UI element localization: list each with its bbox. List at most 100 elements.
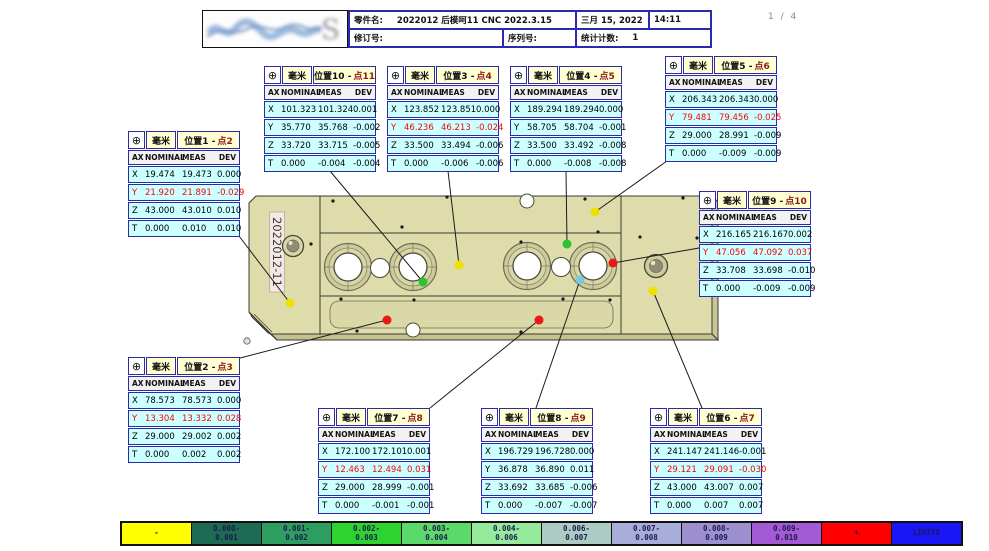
box-title-row: ⊕ 毫米 位置9 - 点10 — [699, 191, 811, 209]
measured-value: 58.704 — [564, 123, 599, 133]
nominal-value: 79.481 — [682, 113, 719, 123]
revision-label: 修订号: — [354, 32, 383, 44]
measurement-row: Y 47.056 47.092 0.037 — [699, 244, 811, 261]
col-ax: AX — [388, 88, 404, 97]
col-nominal: NOMINAL — [716, 213, 753, 222]
measurement-row: Z 33.708 33.698 -0.010 — [699, 262, 811, 279]
nominal-value: 43.000 — [145, 206, 182, 216]
col-dev: DEV — [217, 379, 239, 388]
axis-label: X — [129, 396, 145, 406]
report-time: 14:11 — [654, 15, 681, 25]
deviation-value: -0.009 — [754, 149, 784, 159]
svg-text:S: S — [321, 13, 340, 46]
col-meas: MEAS — [318, 88, 353, 97]
box-title-row: ⊕ 毫米 位置4 - 点5 — [510, 66, 622, 84]
stats-label: 统计计数: — [581, 32, 618, 44]
date-cell: 三月 15, 2022 — [575, 12, 648, 28]
measured-value: 29.091 — [704, 465, 739, 475]
measured-value: 0.002 — [182, 450, 217, 460]
axis-label: Y — [388, 123, 404, 133]
part-name-label: 零件名: — [354, 14, 383, 26]
nominal-value: 216.165 — [716, 230, 753, 240]
col-meas: MEAS — [372, 430, 407, 439]
measurement-row: T 0.000 0.007 0.007 — [650, 497, 762, 514]
part-name-value: 2022012 后模呵11 CNC 2022.3.15 — [397, 14, 552, 26]
legend-range-line1: + — [854, 529, 859, 538]
measurement-callout-box: ⊕ 毫米 位置6 - 点7 AX NOMINAL MEAS DEV X 241.… — [650, 408, 762, 514]
col-nominal: NOMINAL — [335, 430, 372, 439]
legend-range-cell: 0.009- 0.010 — [752, 523, 822, 544]
measurement-row: Z 43.000 43.010 0.010 — [128, 202, 240, 219]
header-row-1: 零件名: 2022012 后模呵11 CNC 2022.3.15 三月 15, … — [350, 12, 710, 30]
company-logo: S — [202, 10, 348, 48]
nominal-value: 0.000 — [404, 159, 441, 169]
col-ax: AX — [700, 213, 716, 222]
box-column-headers: AX NOMINAL MEAS DEV — [318, 427, 430, 442]
measurement-row: Y 29.121 29.091 -0.030 — [650, 461, 762, 478]
col-dev: DEV — [570, 430, 592, 439]
unit-label: 毫米 — [146, 131, 176, 149]
nominal-value: 123.852 — [404, 105, 441, 115]
measured-value: -0.006 — [441, 159, 476, 169]
box-title-point: 点7 — [739, 411, 754, 424]
legend-range-cell: LIMITS — [892, 523, 961, 544]
col-nominal: NOMINAL — [667, 430, 704, 439]
nominal-value: 0.000 — [716, 284, 753, 294]
nominal-value: 0.000 — [667, 501, 704, 511]
measurement-row: X 196.729 196.728 0.000 — [481, 443, 593, 460]
nominal-value: 0.000 — [527, 159, 564, 169]
legend-range-line2: 0.009 — [705, 534, 728, 543]
measurement-row: X 189.294 189.294 0.000 — [510, 101, 622, 118]
col-meas: MEAS — [719, 78, 754, 87]
col-nominal: NOMINAL — [281, 88, 318, 97]
unit-label: 毫米 — [336, 408, 366, 426]
measurement-row: Z 33.692 33.685 -0.006 — [481, 479, 593, 496]
measurement-callout-box: ⊕ 毫米 位置5 - 点6 AX NOMINAL MEAS DEV X 206.… — [665, 56, 777, 162]
nominal-value: 206.343 — [682, 95, 719, 105]
box-title-point: 点3 — [217, 360, 232, 373]
measured-value: 78.573 — [182, 396, 217, 406]
col-dev: DEV — [599, 88, 621, 97]
axis-label: T — [319, 501, 335, 511]
axis-label: X — [651, 447, 667, 457]
axis-label: T — [388, 159, 404, 169]
axis-label: X — [511, 105, 527, 115]
col-meas: MEAS — [704, 430, 739, 439]
bore-hole — [389, 243, 437, 291]
measured-value: 43.010 — [182, 206, 217, 216]
nominal-value: 0.000 — [335, 501, 372, 511]
box-title-position: 位置5 - — [721, 59, 752, 72]
legend-range-line1: LIMITS — [913, 529, 940, 538]
datum-crosshair-icon: ⊕ — [481, 408, 498, 426]
measurement-row: Z 33.500 33.492 -0.008 — [510, 137, 622, 154]
deviation-value: 0.007 — [739, 483, 766, 493]
axis-label: Y — [129, 414, 145, 424]
measurement-callout-box: ⊕ 毫米 位置4 - 点5 AX NOMINAL MEAS DEV X 189.… — [510, 66, 622, 172]
box-column-headers: AX NOMINAL MEAS DEV — [128, 150, 240, 165]
box-column-headers: AX NOMINAL MEAS DEV — [264, 85, 376, 100]
deviation-value: -0.005 — [353, 141, 383, 151]
col-ax: AX — [129, 379, 145, 388]
measurement-row: Z 29.000 28.991 -0.009 — [665, 127, 777, 144]
measured-value: 36.890 — [535, 465, 570, 475]
deviation-value: -0.001 — [739, 447, 769, 457]
bore-hole — [569, 242, 617, 290]
measured-value: 0.010 — [182, 224, 217, 234]
col-dev: DEV — [788, 213, 810, 222]
box-column-headers: AX NOMINAL MEAS DEV — [128, 376, 240, 391]
box-title-position: 位置7 - — [374, 411, 405, 424]
box-title-position: 位置9 - — [752, 194, 783, 207]
box-title: 位置10 - 点11 — [313, 66, 376, 84]
measurement-row: Z 43.000 43.007 0.007 — [650, 479, 762, 496]
deviation-value: 0.007 — [739, 501, 766, 511]
axis-label: T — [265, 159, 281, 169]
measurement-row: Y 21.920 21.891 -0.029 — [128, 184, 240, 201]
axis-label: X — [129, 170, 145, 180]
measured-value: 189.294 — [564, 105, 599, 115]
legend-range-line2: 0.006 — [495, 534, 518, 543]
axis-label: X — [700, 230, 716, 240]
legend-range-cell: 0.001- 0.002 — [262, 523, 332, 544]
deviation-value: 0.000 — [599, 105, 626, 115]
nominal-value: 36.878 — [498, 465, 535, 475]
measurement-row: Y 46.236 46.213 -0.024 — [387, 119, 499, 136]
